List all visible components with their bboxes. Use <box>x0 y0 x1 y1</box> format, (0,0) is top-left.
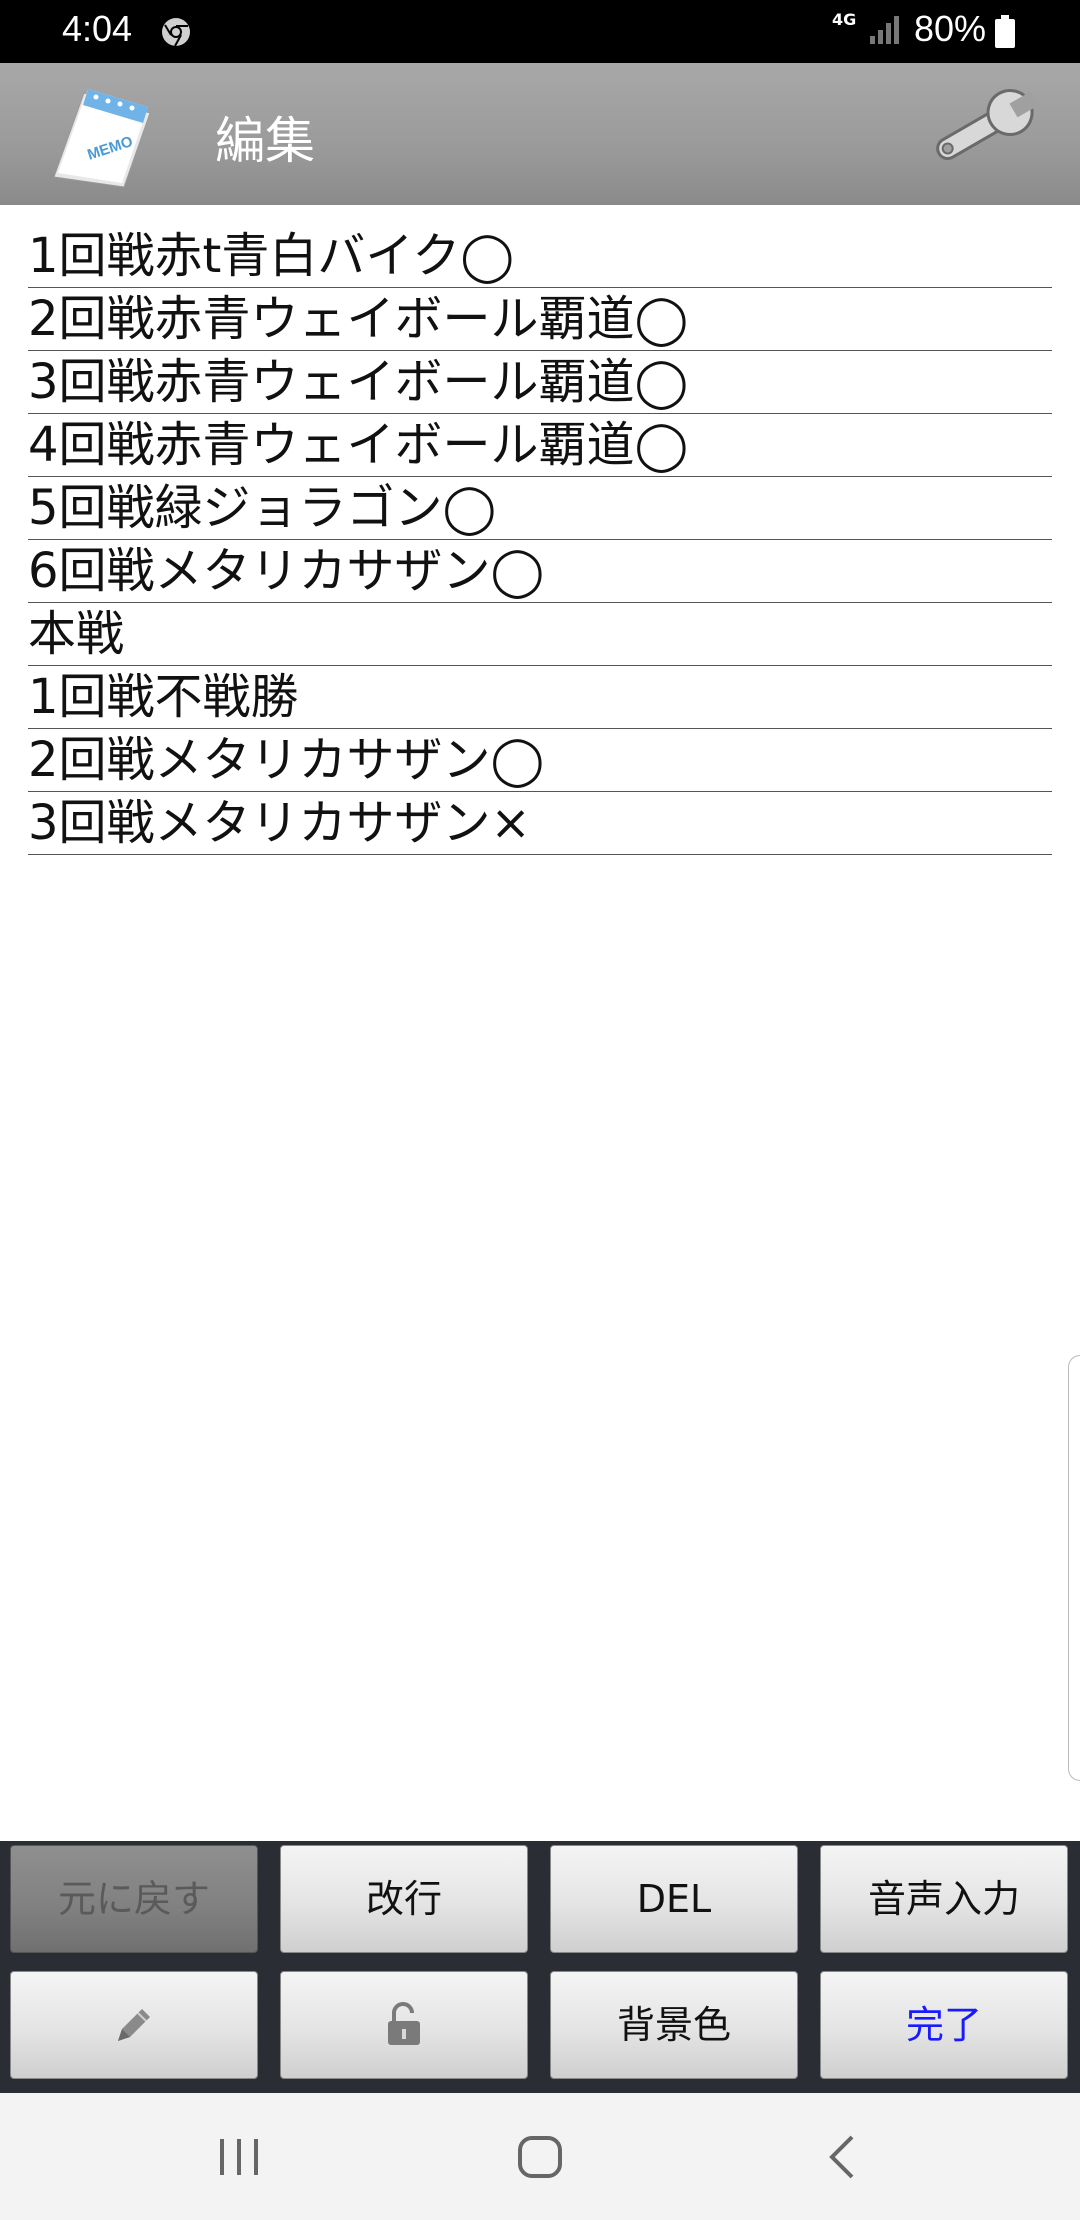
network-type: 4G <box>832 10 857 29</box>
status-bar: 4:04 4G 80% <box>0 0 1080 63</box>
button-panel: 元に戻す 改行 DEL 音声入力 背景色 完了 <box>0 1841 1080 2093</box>
navigation-bar <box>0 2093 1080 2220</box>
undo-button[interactable]: 元に戻す <box>10 1845 258 1953</box>
back-icon[interactable] <box>818 2131 868 2183</box>
recents-icon[interactable] <box>212 2135 266 2179</box>
lock-button[interactable] <box>280 1971 528 2079</box>
edge-panel-handle[interactable] <box>1068 1355 1080 1781</box>
status-time: 4:04 <box>62 8 133 49</box>
memo-line[interactable]: 6回戦メタリカサザン◯ <box>28 540 1052 603</box>
memo-line[interactable]: 4回戦赤青ウェイボール覇道◯ <box>28 414 1052 477</box>
memo-line[interactable]: 5回戦緑ジョラゴン◯ <box>28 477 1052 540</box>
memo-line[interactable]: 1回戦赤t青白バイク◯ <box>28 225 1052 288</box>
lock-icon <box>388 2002 420 2045</box>
signal-icon <box>870 16 899 44</box>
chrome-icon <box>162 18 190 47</box>
pencil-icon <box>118 2009 150 2041</box>
done-button[interactable]: 完了 <box>820 1971 1068 2079</box>
memo-line[interactable]: 2回戦赤青ウェイボール覇道◯ <box>28 288 1052 351</box>
memo-text-area[interactable]: 1回戦赤t青白バイク◯ 2回戦赤青ウェイボール覇道◯ 3回戦赤青ウェイボール覇道… <box>0 205 1080 1841</box>
delete-button[interactable]: DEL <box>550 1845 798 1953</box>
voice-input-button[interactable]: 音声入力 <box>820 1845 1068 1953</box>
battery-level: 80% <box>914 8 987 49</box>
battery-icon <box>995 15 1015 48</box>
memo-line[interactable]: 3回戦赤青ウェイボール覇道◯ <box>28 351 1052 414</box>
pen-button[interactable] <box>10 1971 258 2079</box>
page-title: 編集 <box>215 112 315 170</box>
background-color-button[interactable]: 背景色 <box>550 1971 798 2079</box>
memo-line[interactable]: 3回戦メタリカサザン× <box>28 792 1052 855</box>
memo-pad-icon: MEMO <box>53 89 151 188</box>
memo-line[interactable]: 本戦 <box>28 603 1052 666</box>
app-bar: MEMO 編集 <box>0 63 1080 205</box>
wrench-icon[interactable] <box>915 81 1041 181</box>
newline-button[interactable]: 改行 <box>280 1845 528 1953</box>
home-icon[interactable] <box>515 2133 565 2181</box>
memo-line[interactable]: 1回戦不戦勝 <box>28 666 1052 729</box>
memo-line[interactable]: 2回戦メタリカサザン◯ <box>28 729 1052 792</box>
